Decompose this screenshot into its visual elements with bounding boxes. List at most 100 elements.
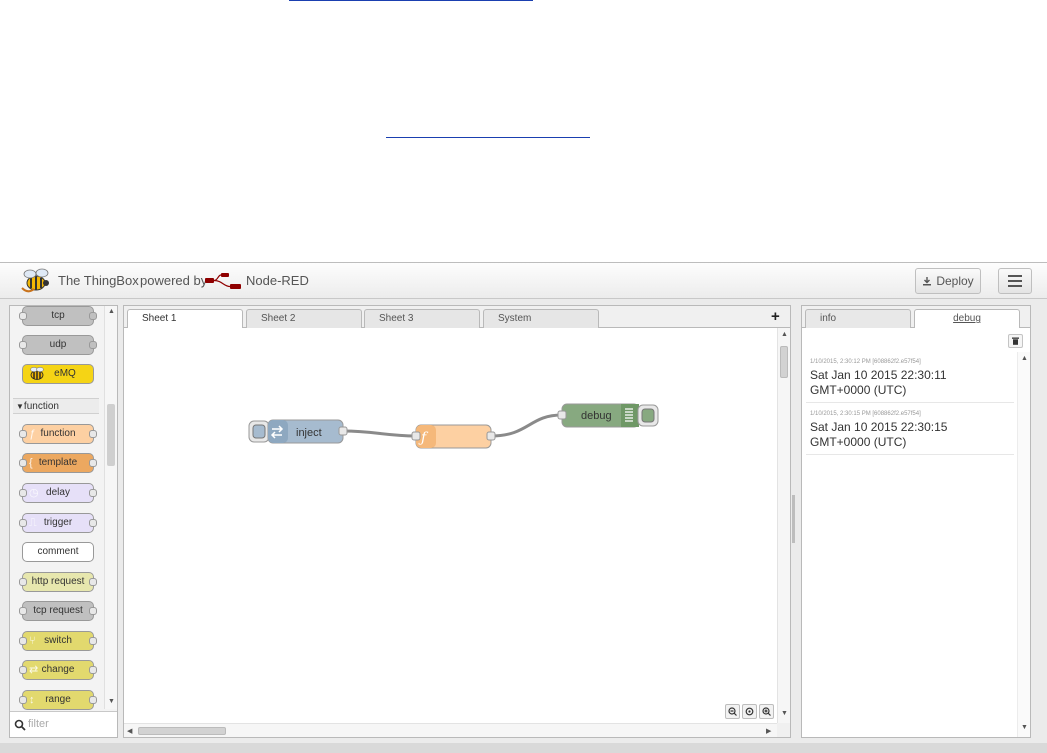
debug-message-payload: Sat Jan 10 2015 22:30:15 GMT+0000 (UTC) — [810, 420, 948, 449]
trash-icon — [1012, 337, 1019, 345]
add-tab-icon[interactable]: + — [771, 308, 780, 325]
doc-hyperlink-underline[interactable] — [289, 0, 533, 1]
input-port — [19, 459, 27, 467]
debug-message: 1/10/2015, 2:30:15 PM [608862f2.e57f54] … — [806, 407, 1014, 455]
palette-node-switch[interactable]: ⑂ switch — [19, 631, 97, 651]
palette-node-label: trigger — [43, 517, 73, 528]
palette-node-function[interactable]: ƒ function — [19, 424, 97, 444]
node-red-brand-text: Node-RED — [246, 273, 309, 288]
palette-node-label: function — [40, 428, 76, 439]
output-port — [89, 312, 97, 320]
palette-node-label: template — [38, 457, 78, 468]
flow-node-inject[interactable]: inject — [248, 419, 348, 444]
sidebar-resize-handle[interactable] — [792, 495, 795, 543]
scroll-up-arrow-icon[interactable]: ▲ — [108, 308, 115, 315]
output-port — [89, 430, 97, 438]
deploy-label: Deploy — [936, 274, 974, 288]
scroll-left-arrow-icon[interactable]: ◀ — [127, 727, 132, 735]
tab-info[interactable]: info — [805, 309, 911, 328]
hamburger-menu-icon — [1008, 275, 1022, 287]
palette-node-tcp[interactable]: tcp — [19, 306, 97, 326]
palette-node-tcp-request[interactable]: tcp request — [19, 601, 97, 621]
palette-node-comment[interactable]: comment — [22, 542, 94, 562]
zoom-out-button[interactable] — [725, 704, 740, 719]
scroll-up-arrow-icon[interactable]: ▲ — [1021, 355, 1028, 362]
workspace-tab-bar: Sheet 1 Sheet 2 Sheet 3 System + — [124, 306, 790, 329]
workspace-horizontal-scrollbar[interactable]: ◀ ▶ — [124, 723, 777, 737]
debug-scrollbar[interactable]: ▲ ▼ — [1017, 352, 1030, 737]
download-icon — [923, 277, 932, 286]
zoom-in-button[interactable] — [759, 704, 774, 719]
palette-node-udp[interactable]: udp — [19, 335, 97, 355]
input-port — [19, 696, 27, 704]
app-title: The ThingBox — [58, 273, 139, 288]
palette-node-template[interactable]: { template — [19, 453, 97, 473]
output-port — [89, 696, 97, 704]
output-port — [89, 607, 97, 615]
search-icon — [14, 719, 26, 731]
zoom-reset-icon — [745, 707, 754, 716]
node-red-editor: The ThingBox powered by Node-RED Deploy — [0, 262, 1047, 753]
input-port — [19, 489, 27, 497]
palette-node-label: udp — [49, 339, 67, 350]
flow-diagram: inject ƒ debug — [248, 403, 659, 449]
tab-sheet-1[interactable]: Sheet 1 — [127, 309, 243, 329]
wire-function-to-debug — [490, 413, 563, 438]
doc-hyperlink-underline[interactable] — [386, 137, 590, 138]
palette-scrollbar[interactable]: ▲ ▼ — [104, 306, 117, 709]
palette-category-function[interactable]: ▼function — [13, 398, 99, 414]
tab-system[interactable]: System — [483, 309, 599, 328]
flow-node-debug[interactable]: debug — [557, 403, 659, 428]
horizontal-scroll-thumb[interactable] — [138, 727, 226, 735]
scroll-right-arrow-icon[interactable]: ▶ — [766, 727, 771, 735]
input-port — [19, 666, 27, 674]
palette-node-label: http request — [31, 576, 85, 587]
tab-sheet-2[interactable]: Sheet 2 — [246, 309, 362, 328]
filter-placeholder: filter — [28, 718, 49, 730]
scroll-up-arrow-icon[interactable]: ▲ — [781, 331, 788, 338]
output-port — [89, 578, 97, 586]
palette-node-change[interactable]: ⇄ change — [19, 660, 97, 680]
trigger-icon: ⎍ — [29, 517, 37, 529]
scroll-down-arrow-icon[interactable]: ▼ — [1021, 724, 1028, 731]
template-icon: { — [29, 457, 33, 469]
flow-canvas[interactable]: inject ƒ debug — [124, 328, 777, 723]
flow-node-label: debug — [581, 410, 612, 422]
palette-node-label: tcp — [51, 310, 65, 321]
node-palette: tcp udp eMQ ▼function ƒ function {templ… — [9, 305, 118, 738]
app-header: The ThingBox powered by Node-RED Deploy — [0, 263, 1047, 299]
input-port — [19, 341, 27, 349]
function-icon: ƒ — [29, 428, 36, 440]
deploy-button[interactable]: Deploy — [915, 268, 981, 294]
clear-debug-button[interactable] — [1008, 334, 1023, 348]
palette-scroll-thumb[interactable] — [107, 404, 115, 466]
flow-node-function[interactable]: ƒ — [411, 424, 496, 449]
range-icon: ↕ — [29, 694, 35, 706]
workspace-vertical-scrollbar[interactable]: ▲ ▼ — [777, 328, 790, 723]
input-port — [19, 578, 27, 586]
scroll-down-arrow-icon[interactable]: ▼ — [108, 698, 115, 705]
palette-node-label: change — [41, 664, 75, 675]
palette-node-label: tcp request — [33, 605, 83, 616]
palette-node-emq[interactable]: eMQ — [22, 364, 94, 384]
main-menu-button[interactable] — [998, 268, 1032, 294]
palette-node-trigger[interactable]: ⎍ trigger — [19, 513, 97, 533]
zoom-reset-button[interactable] — [742, 704, 757, 719]
palette-node-http-request[interactable]: http request — [19, 572, 97, 592]
bee-icon — [30, 367, 44, 380]
input-port — [19, 637, 27, 645]
scroll-down-arrow-icon[interactable]: ▼ — [781, 710, 788, 717]
flow-workspace: Sheet 1 Sheet 2 Sheet 3 System + inject — [123, 305, 791, 738]
palette-node-delay[interactable]: ◷ delay — [19, 483, 97, 503]
palette-filter-input[interactable]: filter — [10, 711, 117, 737]
zoom-in-icon — [762, 707, 771, 716]
tab-debug[interactable]: debug — [914, 309, 1020, 328]
vertical-scroll-thumb[interactable] — [780, 346, 788, 378]
sidebar: info debug 1/10/2015, 2:30:12 PM [608862… — [801, 305, 1031, 738]
caret-down-icon: ▼ — [16, 402, 24, 411]
debug-message-meta: 1/10/2015, 2:30:12 PM [608862f2.e57f54] — [810, 359, 921, 365]
flow-node-label: inject — [296, 427, 322, 439]
tab-sheet-3[interactable]: Sheet 3 — [364, 309, 480, 328]
output-port — [89, 459, 97, 467]
palette-node-range[interactable]: ↕ range — [19, 690, 97, 710]
